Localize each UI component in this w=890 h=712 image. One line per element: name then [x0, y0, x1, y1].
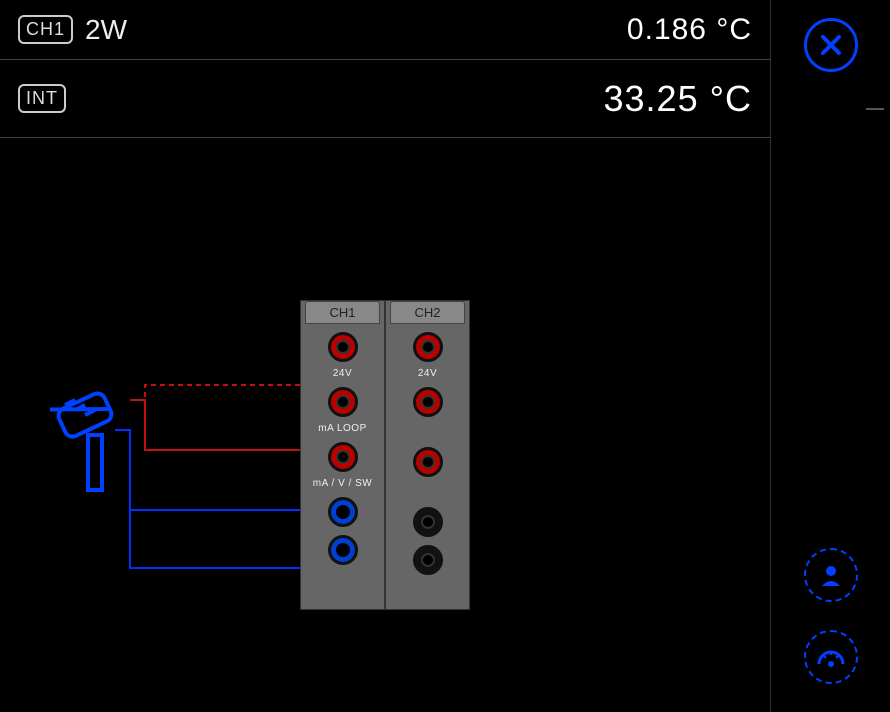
ch2-jack-red-24v[interactable] [413, 387, 443, 417]
close-button[interactable] [804, 18, 858, 72]
user-mode-button[interactable] [804, 548, 858, 602]
col-ch2-tab: CH2 [390, 301, 465, 324]
ch1-mavsw-label: mA / V / SW [301, 478, 384, 489]
user-icon [818, 562, 844, 588]
ch1-value: 0.186 °C [627, 13, 752, 47]
ch1-badge: CH1 [18, 15, 73, 44]
gauge-icon [816, 644, 846, 670]
ch1-jack-red-24v[interactable] [328, 387, 358, 417]
reading-row-int[interactable]: INT 33.25 °C [0, 60, 770, 138]
auto-mode-button[interactable] [804, 630, 858, 684]
ch1-24v-label: 24V [301, 368, 384, 379]
int-badge: INT [18, 84, 66, 113]
terminal-col-ch2: CH2 24V [385, 300, 470, 610]
terminal-panel: CH1 24V mA LOOP mA / V / SW CH2 24V [300, 300, 470, 610]
terminal-col-ch1: CH1 24V mA LOOP mA / V / SW [300, 300, 385, 610]
ch1-mode: 2W [85, 14, 127, 46]
reading-int-left: INT [18, 84, 66, 113]
ch1-maloop-label: mA LOOP [301, 423, 384, 434]
int-value: 33.25 °C [604, 78, 752, 120]
side-divider [866, 108, 884, 110]
ch1-jack-red-maloop[interactable] [328, 442, 358, 472]
probe-icon [50, 380, 150, 540]
reading-ch1-left: CH1 2W [18, 14, 127, 46]
ch1-jack-blue-2[interactable] [328, 535, 358, 565]
ch2-24v-label: 24V [386, 368, 469, 379]
wiring-diagram: CH1 24V mA LOOP mA / V / SW CH2 24V [50, 300, 480, 620]
ch2-jack-black-2[interactable] [413, 545, 443, 575]
reading-row-ch1[interactable]: CH1 2W 0.186 °C [0, 0, 770, 60]
ch2-jack-black-1[interactable] [413, 507, 443, 537]
ch1-jack-red-top[interactable] [328, 332, 358, 362]
ch1-jack-blue-1[interactable] [328, 497, 358, 527]
ch2-jack-red-top[interactable] [413, 332, 443, 362]
side-bar [770, 0, 890, 712]
ch2-jack-red-maloop[interactable] [413, 447, 443, 477]
main-area: CH1 2W 0.186 °C INT 33.25 °C [0, 0, 770, 712]
close-icon [818, 32, 844, 58]
col-ch1-tab: CH1 [305, 301, 380, 324]
